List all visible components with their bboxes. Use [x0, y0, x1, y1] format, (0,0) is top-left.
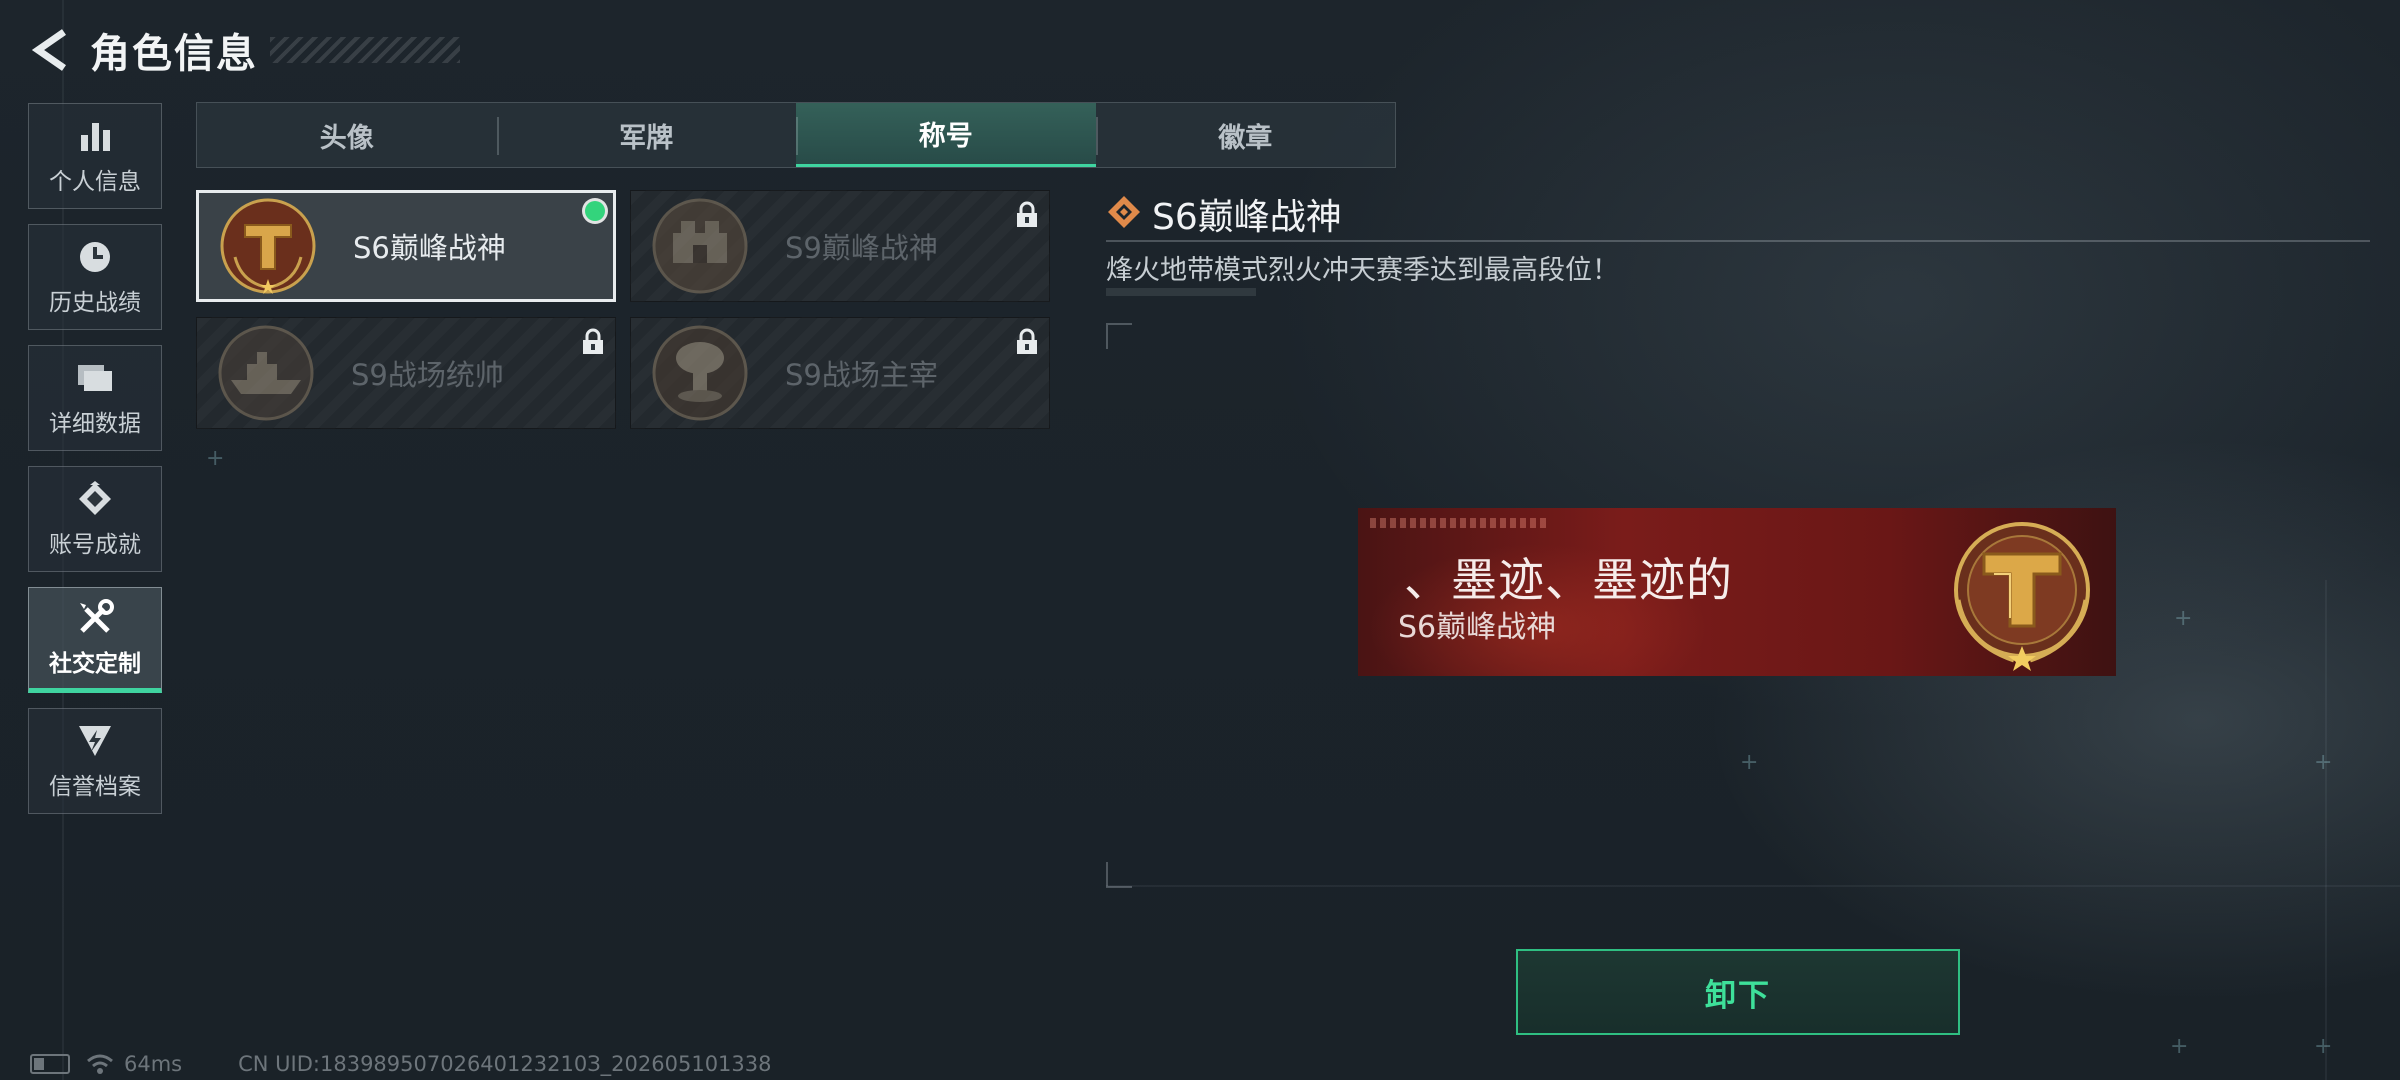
title-card-name: S9战场主宰 [785, 358, 938, 392]
warship-emblem-icon [217, 324, 315, 422]
sidebar-item-label: 账号成就 [49, 532, 141, 558]
gold-t-emblem-icon [1944, 514, 2100, 672]
tab-dog-tag[interactable]: 军牌 [496, 103, 797, 167]
mushroom-cloud-emblem-icon [651, 324, 749, 422]
gold-t-emblem-icon [219, 197, 317, 295]
sidebar-item-label: 信誉档案 [49, 774, 141, 800]
lock-icon [1015, 328, 1039, 356]
detail-description: 烽火地带模式烈火冲天赛季达到最高段位！ [1106, 255, 1619, 286]
page-header: 角色信息 [28, 22, 460, 78]
battery-icon [30, 1054, 70, 1074]
diamond-icon [1106, 194, 1142, 234]
title-card-name: S6巅峰战神 [353, 231, 506, 265]
wifi-icon [86, 1053, 114, 1075]
clock-icon [75, 237, 115, 277]
title-banner-preview: 、墨迹、墨迹的 S6巅峰战神 [1358, 508, 2116, 676]
crosshair-icon: + [206, 446, 225, 471]
description-decoration [1106, 288, 1256, 296]
sidebar-item-detailed-data[interactable]: 详细数据 [28, 345, 162, 451]
page-title: 角色信息 [90, 31, 258, 77]
tab-avatar[interactable]: 头像 [197, 103, 497, 167]
divider [1106, 240, 2370, 242]
title-card-name: S9巅峰战神 [785, 231, 938, 265]
lock-icon [581, 328, 605, 356]
sidebar-item-reputation[interactable]: 信誉档案 [28, 708, 162, 814]
sidebar-item-match-history[interactable]: 历史战绩 [28, 224, 162, 330]
sidebar: 个人信息 历史战绩 详细数据 账号成就 社交定制 信誉档案 [28, 103, 166, 829]
unequip-button[interactable]: 卸下 [1516, 949, 1960, 1035]
frame-corner [1106, 862, 1132, 888]
unequip-button-label: 卸下 [1705, 977, 1771, 1014]
sidebar-item-label: 社交定制 [49, 651, 141, 677]
status-bar: 64ms CN UID:18398950702640123210З_202605… [30, 1052, 772, 1076]
frame-corner [1106, 323, 1132, 349]
ping-value: 64ms [124, 1052, 183, 1076]
user-uid: CN UID:18398950702640123210З_20260510133… [238, 1052, 772, 1076]
detail-title: S6巅峰战神 [1152, 197, 1342, 238]
title-card-s9-dominator[interactable]: S9战场主宰 [630, 317, 1050, 429]
sidebar-item-label: 个人信息 [49, 169, 141, 195]
tab-bar: 头像 军牌 称号 徽章 [196, 102, 1396, 168]
tab-badge[interactable]: 徽章 [1095, 103, 1396, 167]
sidebar-item-label: 详细数据 [49, 411, 141, 437]
detail-header: S6巅峰战神 [1106, 188, 1342, 240]
banner-decoration [1370, 518, 1550, 528]
sidebar-item-social-custom[interactable]: 社交定制 [28, 587, 162, 693]
sidebar-item-achievements[interactable]: 账号成就 [28, 466, 162, 572]
tools-icon [75, 598, 115, 638]
banner-player-name: 、墨迹、墨迹的 [1404, 553, 1733, 607]
folder-icon [75, 358, 115, 398]
reputation-icon [75, 721, 115, 761]
title-card-s9-commander[interactable]: S9战场统帅 [196, 317, 616, 429]
banner-title: S6巅峰战神 [1398, 610, 1557, 645]
lock-icon [1015, 201, 1039, 229]
equipped-indicator [585, 201, 605, 221]
chevron-left-icon[interactable] [28, 28, 72, 72]
fortress-emblem-icon [651, 197, 749, 295]
title-decoration [270, 37, 460, 63]
title-card-s9-peak[interactable]: S9巅峰战神 [630, 190, 1050, 302]
sidebar-item-personal-info[interactable]: 个人信息 [28, 103, 162, 209]
title-card-s6-peak[interactable]: S6巅峰战神 [196, 190, 616, 302]
crosshair-icon: + [2314, 1034, 2333, 1059]
sidebar-item-label: 历史战绩 [49, 290, 141, 316]
bar-chart-icon [75, 116, 115, 156]
crosshair-icon: + [2170, 1034, 2189, 1059]
achievement-icon [75, 479, 115, 519]
title-card-name: S9战场统帅 [351, 358, 504, 392]
tab-title[interactable]: 称号 [796, 103, 1096, 167]
